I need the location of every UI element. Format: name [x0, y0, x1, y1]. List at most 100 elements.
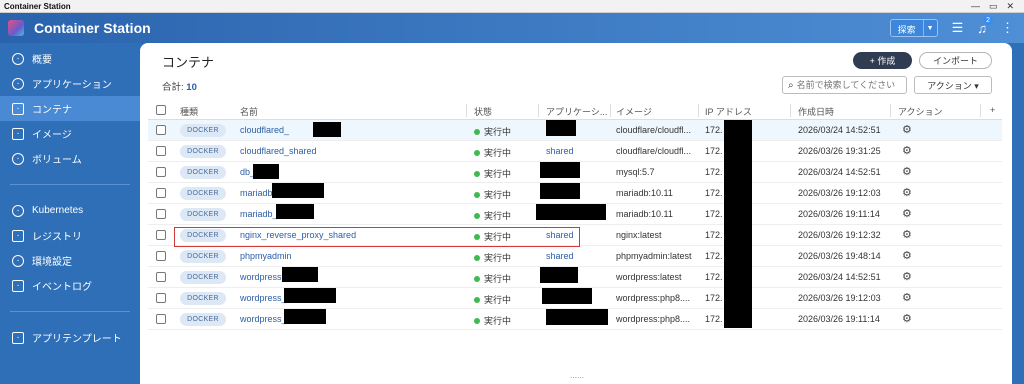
redacted-block	[282, 267, 318, 282]
image-name: nginx:latest	[616, 230, 662, 240]
log-icon: ·	[12, 279, 24, 292]
ip-address: 172.	[705, 314, 723, 324]
search-field[interactable]: ⌕	[782, 76, 907, 94]
sidebar-item-registry[interactable]: · レジストリ	[0, 223, 140, 248]
gear-icon[interactable]: ⚙	[902, 312, 912, 325]
container-name-link[interactable]: wordpress	[240, 272, 282, 282]
ip-address: 172.	[705, 146, 723, 156]
search-label[interactable]: 探索	[890, 20, 923, 36]
redacted-block	[272, 183, 324, 198]
type-badge: DOCKER	[180, 145, 226, 158]
redacted-block	[284, 309, 326, 324]
sidebar-item-containers[interactable]: · コンテナ	[0, 96, 140, 121]
maximize-icon[interactable]: ▭	[989, 1, 998, 12]
select-all-checkbox[interactable]	[156, 105, 166, 115]
gear-icon[interactable]: ⚙	[902, 228, 912, 241]
sidebar-item-volumes[interactable]: · ボリューム	[0, 146, 140, 171]
running-dot-icon	[474, 317, 480, 324]
row-checkbox[interactable]	[156, 209, 166, 219]
application-link[interactable]: shared	[546, 146, 574, 156]
add-column-button[interactable]: +	[990, 105, 995, 115]
gear-icon[interactable]: ⚙	[902, 186, 912, 199]
gear-icon[interactable]: ⚙	[902, 291, 912, 304]
table-row[interactable]: DOCKER wordpress 実行中 wordpress:latest 172. 20…	[148, 267, 1002, 288]
more-icon[interactable]: ⋮	[1001, 20, 1014, 36]
template-icon: ·	[12, 331, 24, 344]
bell-icon[interactable]: ♫ 2	[977, 15, 993, 36]
table-row[interactable]: DOCKER cloudflared_ 実行中 cloudflare/cloudfl.…	[148, 120, 1002, 141]
table-row[interactable]: DOCKER wordpress_ 実行中 wordpress:php8.... 172…	[148, 288, 1002, 309]
redacted-block	[540, 162, 580, 178]
table-row[interactable]: DOCKER phpmyadmin 実行中 shared phpmyadmin:late…	[148, 246, 1002, 267]
gear-icon[interactable]: ⚙	[902, 165, 912, 178]
sidebar-item-applications[interactable]: · アプリケーション	[0, 71, 140, 96]
col-name[interactable]: 名前	[240, 105, 258, 118]
row-checkbox[interactable]	[156, 146, 166, 156]
ip-address: 172.	[705, 251, 723, 261]
sidebar-item-label: アプリテンプレート	[32, 334, 122, 345]
gear-icon[interactable]: ⚙	[902, 144, 912, 157]
sidebar-item-eventlog[interactable]: · イベントログ	[0, 273, 140, 298]
gear-icon[interactable]: ⚙	[902, 270, 912, 283]
close-icon[interactable]: ✕	[1006, 1, 1014, 12]
col-ip[interactable]: IP アドレス	[705, 105, 752, 118]
search-menu-button[interactable]: 探索 ▼	[889, 19, 938, 37]
running-dot-icon	[474, 212, 480, 219]
search-input[interactable]	[796, 80, 897, 90]
container-name-link[interactable]: wordpress_	[240, 293, 287, 303]
image-name: wordpress:latest	[616, 272, 682, 282]
row-checkbox[interactable]	[156, 314, 166, 324]
sidebar-item-settings[interactable]: · 環境設定	[0, 248, 140, 273]
col-image[interactable]: イメージ	[616, 105, 652, 118]
row-checkbox[interactable]	[156, 251, 166, 261]
container-name-link[interactable]: cloudflared_	[240, 125, 289, 135]
ip-address: 172.	[705, 188, 723, 198]
container-name-link[interactable]: mariadb	[240, 188, 273, 198]
col-created[interactable]: 作成日時	[798, 105, 834, 118]
col-type[interactable]: 種類	[180, 105, 198, 118]
container-name-link[interactable]: cloudflared_shared	[240, 146, 317, 156]
row-checkbox[interactable]	[156, 167, 166, 177]
type-badge: DOCKER	[180, 124, 226, 137]
application-link[interactable]: shared	[546, 251, 574, 261]
row-checkbox[interactable]	[156, 125, 166, 135]
table-row[interactable]: DOCKER mariadb_ 実行中 mariadb:10.11 172. 2026/0…	[148, 204, 1002, 225]
row-checkbox[interactable]	[156, 293, 166, 303]
container-name-link[interactable]: mariadb_	[240, 209, 278, 219]
status-indicator: 実行中	[474, 167, 511, 180]
table-row[interactable]: DOCKER wordpress_ 実行中 wordpress:php8.... 172…	[148, 309, 1002, 330]
window-title: Container Station	[4, 1, 71, 11]
col-status[interactable]: 状態	[474, 105, 492, 118]
stack-icon[interactable]: ☰	[952, 20, 964, 36]
type-badge: DOCKER	[180, 292, 226, 305]
resize-grip[interactable]: ⋯⋯	[570, 374, 584, 382]
total-value: 10	[186, 82, 197, 93]
sidebar-divider	[10, 311, 130, 312]
row-checkbox[interactable]	[156, 188, 166, 198]
sidebar-item-kubernetes[interactable]: · Kubernetes	[0, 198, 140, 223]
chevron-down-icon[interactable]: ▼	[922, 20, 937, 36]
row-checkbox[interactable]	[156, 230, 166, 240]
status-indicator: 実行中	[474, 125, 511, 138]
row-checkbox[interactable]	[156, 272, 166, 282]
create-button[interactable]: + 作成	[853, 52, 912, 69]
sidebar-item-label: イベントログ	[32, 282, 92, 293]
running-dot-icon	[474, 128, 480, 135]
table-row[interactable]: DOCKER cloudflared_shared 実行中 shared cloudfl…	[148, 141, 1002, 162]
table-row[interactable]: DOCKER db_ 実行中 mysql:5.7 172. 2026/03/24 14:5…	[148, 162, 1002, 183]
sidebar-item-app-templates[interactable]: · アプリテンプレート	[0, 325, 140, 350]
gear-icon[interactable]: ⚙	[902, 249, 912, 262]
action-dropdown[interactable]: アクション ▾	[914, 76, 992, 94]
table-row[interactable]: DOCKER mariadb 実行中 mariadb:10.11 172. 2026/03…	[148, 183, 1002, 204]
sidebar-item-overview[interactable]: · 概要	[0, 46, 140, 71]
redacted-block	[284, 288, 336, 303]
minimize-icon[interactable]: —	[971, 1, 980, 12]
sidebar-item-images[interactable]: · イメージ	[0, 121, 140, 146]
col-application[interactable]: アプリケーシ...	[546, 105, 607, 118]
import-button[interactable]: インポート	[919, 52, 992, 69]
gear-icon[interactable]: ⚙	[902, 123, 912, 136]
image-name: phpmyadmin:latest	[616, 251, 692, 261]
gear-icon[interactable]: ⚙	[902, 207, 912, 220]
container-name-link[interactable]: phpmyadmin	[240, 251, 292, 261]
container-name-link[interactable]: wordpress_	[240, 314, 287, 324]
